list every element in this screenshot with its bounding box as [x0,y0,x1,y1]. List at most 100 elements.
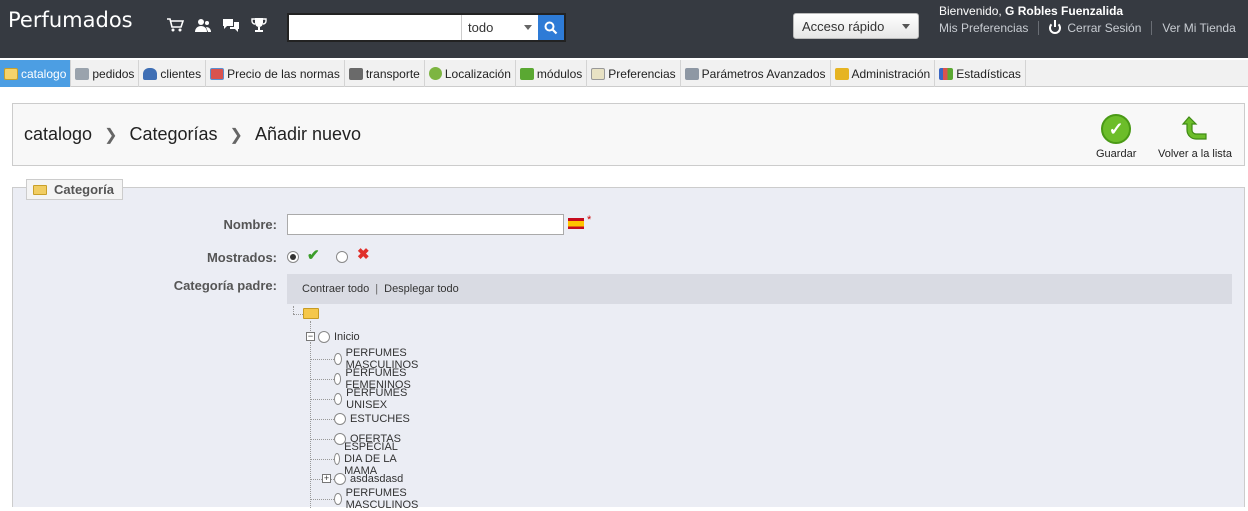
user-links: Mis Preferencias Cerrar Sesión Ver Mi Ti… [939,20,1236,35]
tab-parametros-avanzados[interactable]: Parámetros Avanzados [681,60,831,87]
form-legend: Categoría [26,179,123,200]
cart-icon [75,67,90,80]
tab-preferencias[interactable]: Preferencias [587,60,681,87]
tree-toolbar: Contraer todo | Desplegar todo [287,274,1232,304]
tree-node-label: Inicio [334,331,360,343]
tree-node-root[interactable]: Inicio [318,329,360,345]
parent-radio-root[interactable] [318,331,330,343]
power-icon[interactable] [1049,20,1062,34]
collapse-all-link[interactable]: Contraer todo [302,283,369,295]
displayed-no-radio[interactable] [336,251,348,263]
tree-line [310,321,311,331]
expand-all-link[interactable]: Desplegar todo [384,283,459,295]
tree-node-label: asdasdasd [350,473,404,485]
parent-radio[interactable] [334,353,342,365]
checkmark-icon: ✓ [1101,114,1132,144]
bar-chart-icon [939,67,954,80]
tab-label: módulos [536,66,583,81]
search-button[interactable] [538,15,564,40]
spain-flag-icon[interactable] [568,218,584,229]
breadcrumb: catalogo ❯ Categorías ❯ Añadir nuevo [24,124,361,145]
tab-clientes[interactable]: clientes [139,60,207,87]
tab-label: catalogo [21,66,67,81]
checkmark-icon: ✔ [307,247,320,264]
shop-name[interactable]: Perfumados [8,8,133,32]
search-icon [544,21,558,34]
tab-label: Preferencias [608,66,676,81]
parent-radio[interactable] [334,493,342,505]
user-icon [143,67,158,80]
cart-icon[interactable] [166,16,184,34]
back-to-list-button[interactable]: Volver a la lista [1158,114,1232,160]
tab-localizacion[interactable]: Localización [425,60,516,87]
tab-label: clientes [160,66,202,81]
logout-link[interactable]: Cerrar Sesión [1067,21,1141,35]
tab-label: pedidos [92,66,135,81]
breadcrumb-categorias[interactable]: Categorías [129,124,217,145]
name-field[interactable] [287,214,564,235]
tab-label: Administración [851,66,931,81]
folder-icon [4,67,18,80]
tab-estadisticas[interactable]: Estadísticas [935,60,1026,87]
tab-label: Localización [444,66,511,81]
messages-icon[interactable] [222,16,240,34]
tree-node[interactable]: PERFUMES MASCULINOS [334,347,423,371]
tree-line [310,419,334,420]
parent-radio[interactable] [334,373,342,385]
tab-pedidos[interactable]: pedidos [71,60,140,87]
search-scope-select[interactable]: todo [461,15,538,40]
tree-node[interactable]: PERFUMES UNISEX [334,387,411,411]
name-label: Nombre: [223,217,277,232]
search-scope-value: todo [468,20,494,35]
tree-node[interactable]: ESTUCHES [334,411,410,427]
parent-radio[interactable] [334,393,343,405]
save-button[interactable]: ✓ Guardar [1096,114,1136,160]
tree-node[interactable]: PERFUMES FEMENINOS [334,367,415,391]
search-input[interactable] [289,15,461,40]
parent-radio[interactable] [334,473,346,485]
tree-line [310,439,334,440]
tab-precio-normas[interactable]: Precio de las normas [206,60,345,87]
tree-node[interactable]: asdasdasd [334,471,403,487]
quick-access-select[interactable]: Acceso rápido [793,13,919,39]
tab-modulos[interactable]: módulos [516,60,588,87]
displayed-yes-radio[interactable] [287,251,299,263]
tree-line [310,359,334,360]
tree-line [310,342,311,508]
trophy-icon[interactable] [250,16,268,34]
tree-line [310,399,334,400]
view-shop-link[interactable]: Ver Mi Tienda [1162,21,1235,35]
chevron-down-icon [524,25,532,30]
expand-node-icon[interactable]: + [322,474,331,483]
tab-transporte[interactable]: transporte [345,60,425,87]
chevron-right-icon: ❯ [104,126,118,144]
tree-separator: | [375,283,379,295]
customers-icon[interactable] [194,16,212,34]
truck-icon [348,67,363,80]
tree-node[interactable]: ESPECIAL DIA DE LA MAMA [334,441,403,477]
tree-node-label: PERFUMES MASCULINOS [345,487,419,511]
tree-line [310,499,334,500]
key-icon [834,67,849,80]
tree-node-label: ESTUCHES [350,413,410,425]
tab-administracion[interactable]: Administración [831,60,936,87]
open-folder-icon [303,308,319,319]
required-mark: * [587,214,592,226]
main-tabs: catalogo pedidos clientes Precio de las … [0,60,1248,87]
collapse-node-icon[interactable]: − [306,332,315,341]
back-arrow-icon [1180,114,1210,144]
tab-catalogo[interactable]: catalogo [0,60,72,87]
parent-radio[interactable] [334,453,341,465]
breadcrumb-catalogo[interactable]: catalogo [24,124,92,145]
category-form: Categoría Nombre: * Mostrados: ✔ ✖ Categ… [12,179,1245,511]
folder-icon [33,184,47,195]
quick-icons [166,16,268,34]
parent-category-label: Categoría padre: [173,278,277,293]
price-rules-icon [210,67,225,80]
tree-node[interactable]: PERFUMES MASCULINOS [334,487,423,511]
tab-label: transporte [365,66,420,81]
my-preferences-link[interactable]: Mis Preferencias [939,21,1028,35]
search-box: todo [287,13,566,42]
chevron-right-icon: ❯ [229,126,243,144]
parent-radio[interactable] [334,413,346,425]
